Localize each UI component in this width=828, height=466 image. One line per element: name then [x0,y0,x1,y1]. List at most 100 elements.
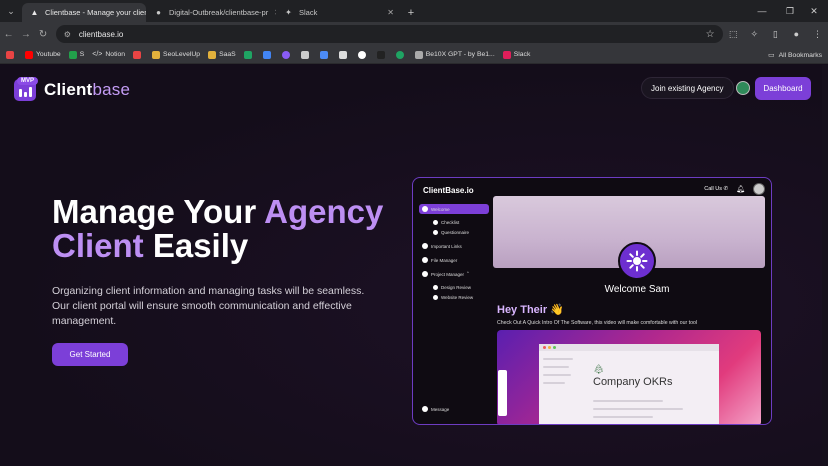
bookmark-icon [281,50,290,59]
bookmark-item[interactable] [6,50,17,59]
preview-avatar [753,183,765,195]
preview-top-right: Call Us ✆ 🔔︎ [704,183,765,195]
preview-sidebar: Welcome Checklist Questionnaire Importan… [419,204,489,419]
tab-search-icon[interactable]: ⌄ [0,0,22,22]
url-bar[interactable]: ⚙ clientbase.io ☆ [55,25,723,43]
hero-title-part1: Manage Your [52,193,265,230]
preview-nav-website: Website Review [419,293,489,301]
bookmark-item[interactable] [262,50,274,59]
hero-title-accent1: Agency [264,193,384,230]
bookmark-item[interactable] [338,50,350,59]
bookmark-youtube[interactable]: Youtube [25,50,61,59]
bookmark-item[interactable] [281,50,293,59]
hero-title-accent2: Client [52,227,144,264]
join-agency-button[interactable]: Join existing Agency [641,77,734,99]
clientbase-logo[interactable]: MVP Clientbase [14,77,130,101]
bookmark-s[interactable]: S [68,50,84,59]
bookmark-item[interactable] [300,50,312,59]
bookmark-icon [68,50,77,59]
bookmark-be10x[interactable]: Be10X GPT - by Be1... [414,50,495,59]
bookmark-saas[interactable]: SaaS [208,50,236,59]
bookmark-seolevelup[interactable]: SeoLevelUp [152,50,201,59]
preview-main: Welcome Sam Hey Their 👋 Check Out A Quic… [493,196,765,424]
preview-logo-circle [618,242,656,280]
nav-icon [433,294,438,300]
bookmark-star-icon[interactable]: ☆ [706,29,715,40]
logo-text: Clientbase [44,80,130,100]
bookmark-icon [338,50,347,59]
bookmark-notion[interactable]: </> Notion [92,51,125,59]
back-icon[interactable]: ← [0,23,17,45]
code-icon: </> [92,50,103,58]
dashboard-button[interactable]: Dashboard [755,77,811,100]
bookmark-item[interactable] [133,50,144,59]
bookmark-item[interactable] [395,50,407,59]
bookmark-label: Youtube [36,51,61,58]
hero-description: Organizing client information and managi… [52,285,365,327]
all-bookmarks-label: All Bookmarks [778,51,822,59]
app-preview: ClientBase.io Call Us ✆ 🔔︎ Welcome Check… [412,177,772,425]
call-label: Call Us [704,186,722,192]
bookmark-icon [6,50,14,59]
preview-intro: Check Out A Quick Intro Of The Software,… [497,320,697,326]
nav-label: File Manager [431,257,458,263]
extension-icon[interactable]: ⬚ [723,23,744,45]
nav-label: Website Review [441,294,474,300]
minimize-icon[interactable]: — [748,0,776,22]
bookmark-item[interactable] [243,50,255,59]
menu-icon[interactable]: ⋮ [807,23,828,45]
window-close-icon[interactable]: ✕ [800,0,828,22]
bell-icon: 🔔︎ [736,186,745,193]
nav-label: Checklist [441,219,460,225]
folder-icon [208,50,217,59]
page-scrollbar[interactable] [822,65,828,466]
logo-icon: MVP [14,77,39,101]
preview-hey: Hey Their 👋 [497,304,564,316]
bookmark-slack[interactable]: Slack [502,50,530,59]
preview-video: 🌲︎ Company OKRs [497,330,761,424]
preview-brand: ClientBase.io [423,186,474,195]
bookmark-item[interactable] [357,50,369,59]
preview-nav-design: Design Review [419,283,489,291]
sidebar-icon[interactable]: ▯ [765,23,786,45]
bookmark-label: SeoLevelUp [163,51,201,58]
new-tab-icon[interactable]: + [402,3,420,22]
bookmarks-bar: Youtube S </> Notion SeoLevelUp SaaS Be10… [0,46,828,64]
nav-icon [422,271,428,277]
folder-icon [152,50,161,59]
preview-nav-project: Project Manager ⌃ [419,269,489,279]
bookmark-item[interactable] [376,50,388,59]
reload-icon[interactable]: ↻ [34,23,51,45]
nav-label: Questionnaire [441,229,470,235]
tab-title: Clientbase - Manage your client [45,8,146,17]
user-avatar[interactable] [736,81,750,95]
site-info-icon[interactable]: ⚙ [64,30,71,39]
video-toolbar [498,370,507,416]
preview-call-label: Call Us ✆ [704,186,729,192]
nav-label: Project Manager [431,271,465,277]
tab-clientbase[interactable]: ▲ Clientbase - Manage your client ✕ [22,3,146,22]
youtube-icon [25,50,33,59]
tab-github[interactable]: ● Digital-Outbreak/clientbase-pr ✕ [146,3,276,22]
bookmark-icon [395,50,404,59]
profile-icon[interactable]: ● [786,23,807,45]
all-bookmarks[interactable]: ▭ All Bookmarks [768,46,822,64]
preview-message: Message [422,406,449,412]
puzzle-icon[interactable]: ✧ [744,23,765,45]
video-title: Company OKRs [593,376,673,388]
preview-nav-questionnaire: Questionnaire [419,228,489,236]
tab-slack[interactable]: ✦ Slack ✕ [276,3,402,22]
get-started-button[interactable]: Get Started [52,343,128,366]
preview-nav-links: Important Links [419,241,489,251]
close-icon[interactable]: ✕ [381,8,394,17]
forward-icon[interactable]: → [17,23,34,45]
preview-nav-files: File Manager [419,255,489,265]
message-label: Message [431,406,450,412]
video-window: 🌲︎ Company OKRs [539,344,719,424]
bookmark-label: SaaS [219,51,236,58]
close-icon[interactable]: ✕ [268,8,276,17]
nav-label: Important Links [431,243,462,249]
browser-tab-strip: ⌄ ▲ Clientbase - Manage your client ✕ ● … [0,0,828,22]
bookmark-item[interactable] [319,50,331,59]
address-toolbar: ← → ↻ ⚙ clientbase.io ☆ ⬚ ✧ ▯ ● ⋮ [0,22,828,46]
